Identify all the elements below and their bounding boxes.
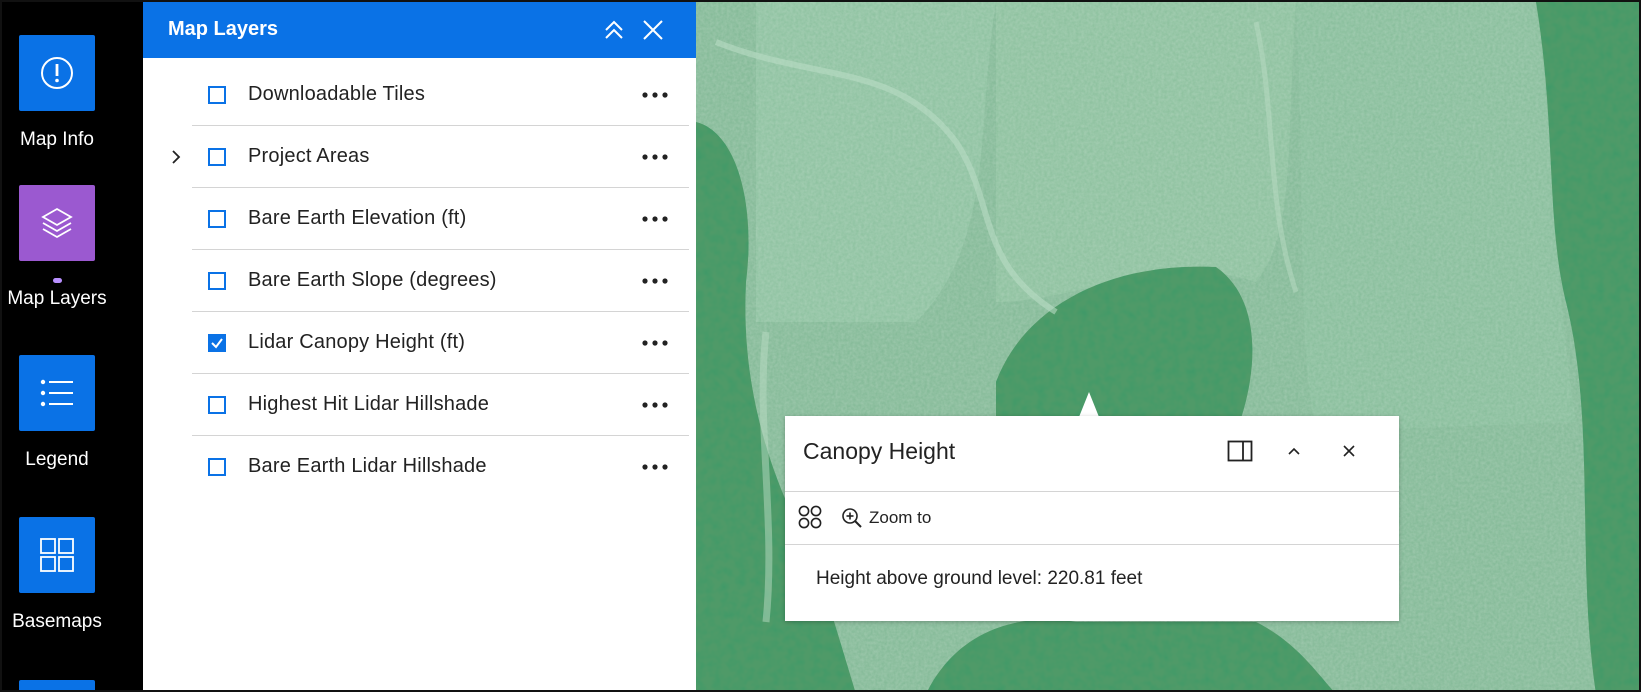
- layer-row-bare-earth-elevation: Bare Earth Elevation (ft): [192, 188, 689, 250]
- basemaps-label: Basemaps: [12, 611, 102, 632]
- layer-visibility-checkbox[interactable]: [208, 148, 226, 166]
- close-panel-button[interactable]: [639, 16, 667, 44]
- tool-map-layers[interactable]: Map Layers: [2, 185, 143, 315]
- panel-header: Map Layers: [143, 2, 696, 58]
- layer-name: Bare Earth Lidar Hillshade: [248, 455, 487, 477]
- tool-legend[interactable]: Legend: [2, 355, 143, 475]
- dock-panel-icon: [1227, 440, 1253, 462]
- list-icon: [40, 379, 73, 407]
- layer-options-button[interactable]: [638, 80, 672, 110]
- panel-title: Map Layers: [168, 18, 279, 40]
- layer-row-bare-earth-slope: Bare Earth Slope (degrees): [192, 250, 689, 312]
- app-toolbar: Map Info Map Layers Legend Basemaps: [2, 2, 143, 690]
- layer-visibility-checkbox[interactable]: [208, 86, 226, 104]
- zoom-to-label: Zoom to: [869, 508, 932, 527]
- divider: [785, 491, 1399, 492]
- layer-name: Highest Hit Lidar Hillshade: [248, 393, 490, 415]
- double-chevron-up-icon: [605, 20, 623, 39]
- layer-options-button[interactable]: [638, 142, 672, 172]
- checkmark-icon: [211, 338, 223, 349]
- layer-options-button[interactable]: [638, 328, 672, 358]
- layers-icon: [41, 207, 73, 239]
- map-layers-label: Map Layers: [7, 288, 107, 309]
- layer-row-lidar-canopy-height: Lidar Canopy Height (ft): [192, 312, 689, 374]
- layer-visibility-checkbox[interactable]: [208, 458, 226, 476]
- layer-name: Bare Earth Slope (degrees): [248, 269, 497, 291]
- map-layers-button[interactable]: [19, 185, 95, 261]
- collapse-panel-button[interactable]: [600, 16, 628, 44]
- more-horizontal-icon: [642, 154, 668, 160]
- actions-menu-button[interactable]: [795, 502, 825, 532]
- four-circles-icon: [798, 505, 822, 529]
- feature-popup: Canopy Height Zoom to Height above groun…: [785, 416, 1399, 621]
- divider: [785, 544, 1399, 545]
- tool-more[interactable]: [2, 680, 143, 690]
- more-horizontal-icon: [642, 278, 668, 284]
- grid-icon: [40, 538, 74, 572]
- dock-popup-button[interactable]: [1223, 434, 1257, 468]
- layer-options-button[interactable]: [638, 204, 672, 234]
- layer-row-project-areas: Project Areas: [172, 126, 689, 188]
- info-icon: [41, 57, 73, 89]
- layer-name: Project Areas: [248, 145, 370, 167]
- more-horizontal-icon: [642, 464, 668, 470]
- map-layers-panel: Map Layers Downloadable Tiles Project Ar…: [143, 2, 696, 690]
- collapse-popup-button[interactable]: [1277, 434, 1311, 468]
- layer-row-downloadable-tiles: Downloadable Tiles: [192, 64, 689, 126]
- popup-pointer: [1079, 392, 1099, 417]
- layer-row-bare-earth-hillshade: Bare Earth Lidar Hillshade: [192, 436, 689, 498]
- tool-basemaps[interactable]: Basemaps: [2, 517, 143, 637]
- zoom-to-button[interactable]: Zoom to: [841, 504, 931, 532]
- layer-row-highest-hit-hillshade: Highest Hit Lidar Hillshade: [192, 374, 689, 436]
- legend-button[interactable]: [19, 355, 95, 431]
- more-horizontal-icon: [642, 340, 668, 346]
- chevron-up-icon: [1288, 447, 1300, 455]
- expand-layer-button[interactable]: [167, 145, 185, 169]
- more-tool-button[interactable]: [19, 680, 95, 690]
- layer-visibility-checkbox[interactable]: [208, 210, 226, 228]
- layer-name: Lidar Canopy Height (ft): [248, 331, 466, 353]
- layer-visibility-checkbox[interactable]: [208, 396, 226, 414]
- zoom-in-icon: [842, 508, 862, 528]
- popup-title: Canopy Height: [803, 438, 956, 464]
- layer-name: Downloadable Tiles: [248, 83, 426, 105]
- close-popup-button[interactable]: [1332, 434, 1366, 468]
- close-icon: [1343, 445, 1355, 457]
- map-info-label: Map Info: [20, 129, 94, 150]
- more-horizontal-icon: [642, 216, 668, 222]
- close-icon: [643, 20, 663, 40]
- layer-name: Bare Earth Elevation (ft): [248, 207, 467, 229]
- basemaps-button[interactable]: [19, 517, 95, 593]
- layer-options-button[interactable]: [638, 390, 672, 420]
- popup-content: Height above ground level: 220.81 feet: [816, 568, 1143, 589]
- layer-options-button[interactable]: [638, 266, 672, 296]
- legend-label: Legend: [25, 449, 89, 470]
- tool-map-info[interactable]: Map Info: [2, 35, 143, 155]
- layer-options-button[interactable]: [638, 452, 672, 482]
- chevron-right-icon: [172, 150, 181, 164]
- more-horizontal-icon: [642, 402, 668, 408]
- more-horizontal-icon: [642, 92, 668, 98]
- active-indicator: [53, 278, 62, 283]
- layer-visibility-checkbox-checked[interactable]: [208, 334, 226, 352]
- layer-visibility-checkbox[interactable]: [208, 272, 226, 290]
- map-info-button[interactable]: [19, 35, 95, 111]
